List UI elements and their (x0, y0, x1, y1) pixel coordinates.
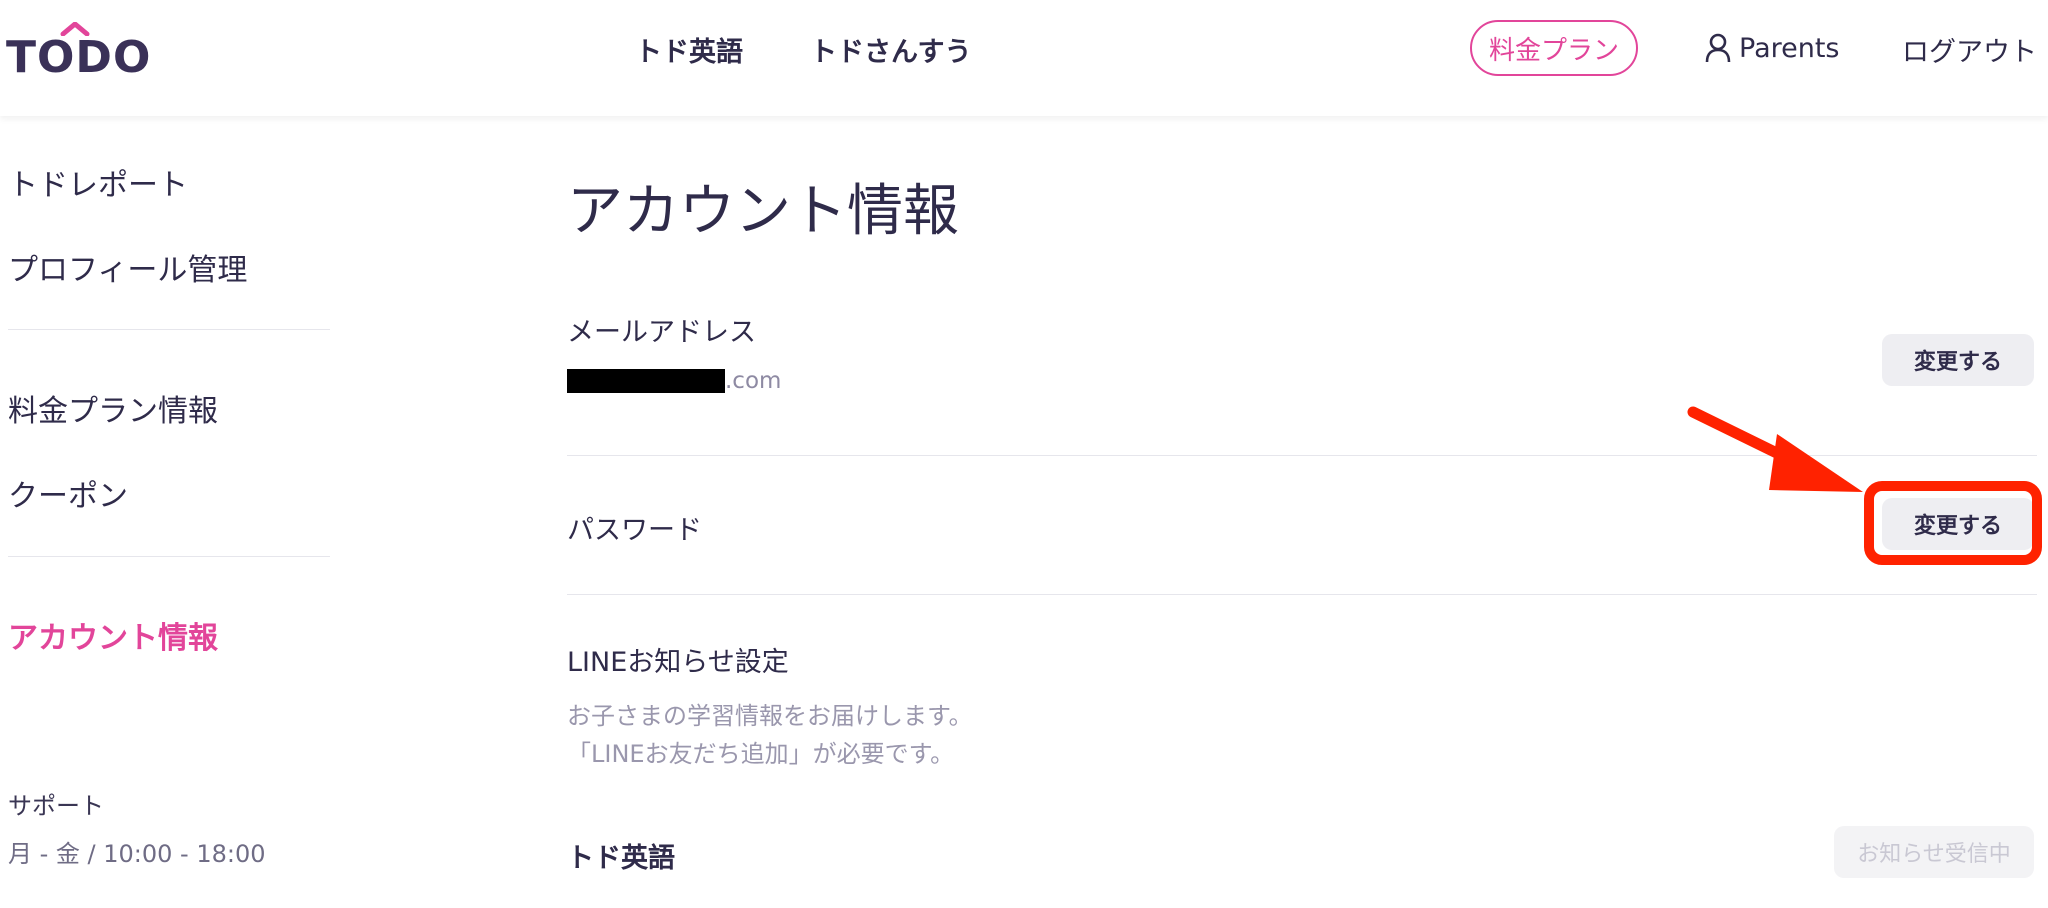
email-value: .com (567, 368, 781, 394)
email-redaction (567, 369, 725, 393)
support-hours: 月 - 金 / 10:00 - 18:00 (8, 840, 266, 868)
logout-link[interactable]: ログアウト (1902, 30, 2037, 69)
notification-receiving-button[interactable]: お知らせ受信中 (1834, 826, 2034, 878)
line-settings-description-2: 「LINEお友だち追加」が必要です。 (567, 740, 955, 768)
parents-label: Parents (1739, 32, 1840, 64)
pricing-plan-button[interactable]: 料金プラン (1470, 20, 1638, 76)
line-settings-label: LINEお知らせ設定 (567, 647, 789, 678)
sidebar-divider (8, 556, 330, 557)
parents-menu[interactable]: Parents (1705, 28, 1840, 68)
nav-todo-english[interactable]: トド英語 (635, 30, 743, 69)
email-label: メールアドレス (567, 317, 756, 348)
person-icon (1705, 33, 1731, 63)
sidebar-item-profile[interactable]: プロフィール管理 (8, 245, 247, 289)
change-email-button[interactable]: 変更する (1882, 334, 2034, 386)
sidebar-item-plan-info[interactable]: 料金プラン情報 (8, 386, 218, 430)
top-navigation-bar: TODO トド英語 トドさんすう 料金プラン Parents ログアウト (0, 0, 2048, 116)
sidebar-item-todo-report[interactable]: トドレポート (8, 160, 188, 204)
nav-todo-sansu[interactable]: トドさんすう (810, 30, 971, 69)
sidebar-item-account-info[interactable]: アカウント情報 (8, 613, 218, 657)
annotation-highlight-box (1864, 481, 2042, 565)
row-divider (567, 594, 2037, 595)
password-label: パスワード (567, 515, 702, 546)
annotation-arrow-icon (1687, 406, 1863, 492)
support-title: サポート (8, 792, 104, 820)
sidebar-divider (8, 329, 330, 330)
email-suffix: .com (725, 368, 782, 394)
logo-text: TODO (6, 32, 152, 83)
line-settings-description-1: お子さまの学習情報をお届けします。 (567, 702, 973, 730)
todo-english-label: トド英語 (567, 843, 675, 874)
sidebar-item-coupon[interactable]: クーポン (8, 471, 128, 515)
page-title: アカウント情報 (567, 179, 959, 244)
